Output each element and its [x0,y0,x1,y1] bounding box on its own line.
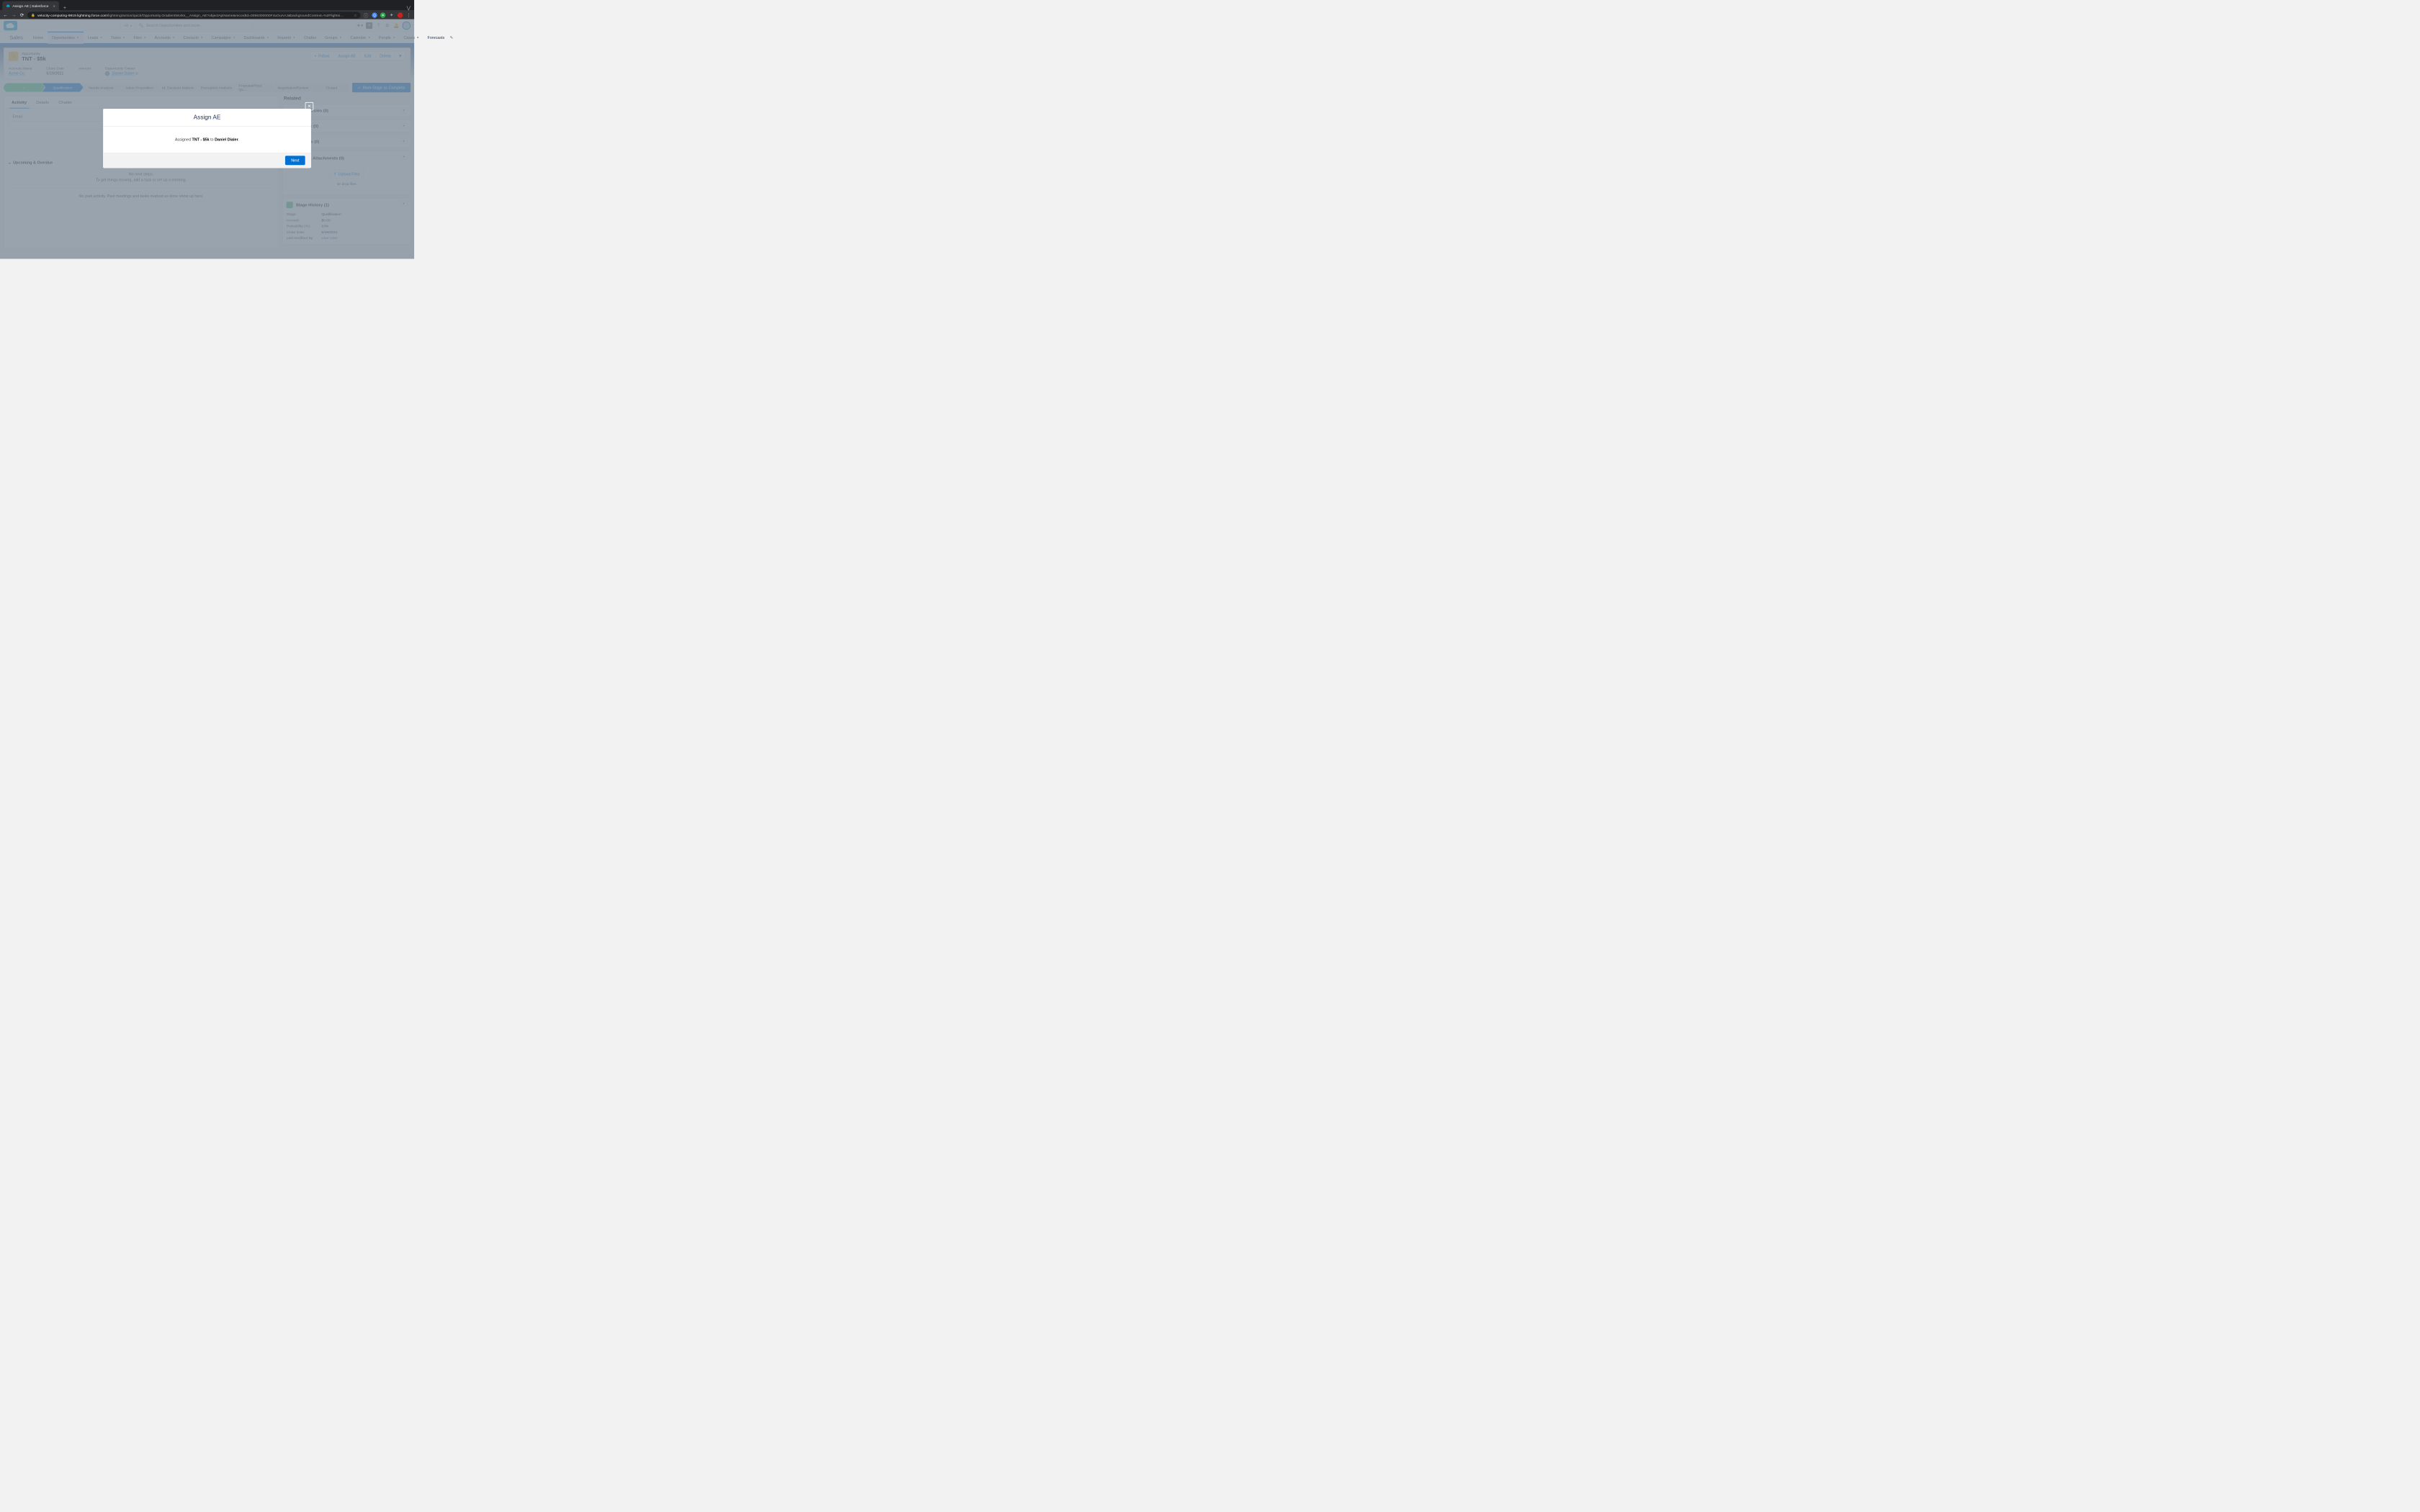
address-bar[interactable]: 🔒 velocity-computing-9919.lightning.forc… [27,12,361,18]
url-path: /lightning/action/quick/Opportunity.Grad… [107,13,344,17]
modal-body: Assigned TNT - $5k to Daniel Dialer. [103,127,311,153]
info-icon[interactable]: ⓘ [363,12,369,19]
nav-item-forecasts[interactable]: Forecasts [424,32,449,44]
browser-menu-icon[interactable]: ⋮ [405,12,411,18]
chevron-down-icon: ▼ [416,36,419,39]
close-tab-icon[interactable]: × [53,4,55,9]
browser-tab-strip: Assign AE | Salesforce × + ⋁ [0,0,414,11]
modal-backdrop[interactable]: × Assign AE Assigned TNT - $5k to Daniel… [0,19,414,259]
reload-button[interactable]: ⟳ [19,12,24,18]
window-expand-icon[interactable]: ⋁ [407,5,411,11]
modal-next-button[interactable]: Next [285,156,305,165]
browser-toolbar: ← → ⟳ 🔒 velocity-computing-9919.lightnin… [0,11,414,19]
star-icon[interactable]: ☆ [354,13,357,17]
modal-close-button[interactable]: × [305,102,314,111]
extension-icons: ⓘ Q ● ✦ ⋮ [363,12,412,19]
forward-button[interactable]: → [11,12,17,17]
lock-icon: 🔒 [31,13,35,17]
extensions-menu-icon[interactable]: ✦ [388,12,394,18]
new-tab-button[interactable]: + [59,4,71,11]
url-domain: velocity-computing-9919.lightning.force.… [37,13,107,17]
browser-tab[interactable]: Assign AE | Salesforce × [2,1,59,11]
extension-icon-1[interactable]: Q [372,12,377,17]
back-button[interactable]: ← [2,12,8,17]
salesforce-favicon [6,4,10,8]
modal-title: Assign AE [103,109,311,127]
tab-title: Assign AE | Salesforce [12,4,48,8]
profile-icon[interactable] [398,12,403,17]
edit-nav-icon[interactable]: ✎ [450,35,454,40]
extension-icon-2[interactable]: ● [380,12,385,17]
modal-footer: Next [103,153,311,168]
assign-ae-modal: × Assign AE Assigned TNT - $5k to Daniel… [103,109,311,168]
